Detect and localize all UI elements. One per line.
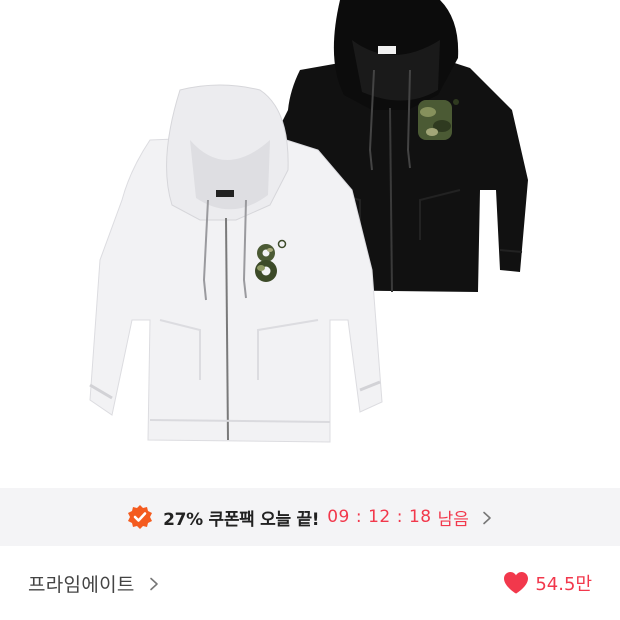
product-photo-illustration: [89, 0, 528, 443]
brand-name: 프라임에이트: [28, 573, 135, 596]
countdown-separator: :: [355, 507, 363, 527]
like-count: 54.5만: [535, 574, 592, 595]
coupon-countdown: 09:12:18: [327, 507, 431, 527]
coupon-text: 27% 쿠폰팩 오늘 끝!: [163, 509, 320, 530]
like-button[interactable]: 54.5만: [503, 570, 592, 596]
chevron-right-icon: [149, 576, 159, 591]
verified-badge-icon: [127, 504, 153, 530]
heart-icon: [503, 571, 529, 595]
countdown-separator: :: [396, 507, 403, 527]
countdown-minutes: 12: [368, 507, 391, 527]
chevron-right-icon: [481, 510, 493, 525]
brand-link[interactable]: 프라임에이트: [28, 570, 159, 597]
brand-row: 프라임에이트 54.5만: [0, 546, 620, 620]
coupon-banner[interactable]: 27% 쿠폰팩 오늘 끝! 09:12:18 남음: [0, 488, 620, 546]
coupon-remaining-label: 남음: [437, 509, 469, 530]
countdown-seconds: 18: [408, 507, 432, 527]
countdown-hours: 09: [327, 507, 350, 527]
product-image[interactable]: [0, 0, 620, 488]
